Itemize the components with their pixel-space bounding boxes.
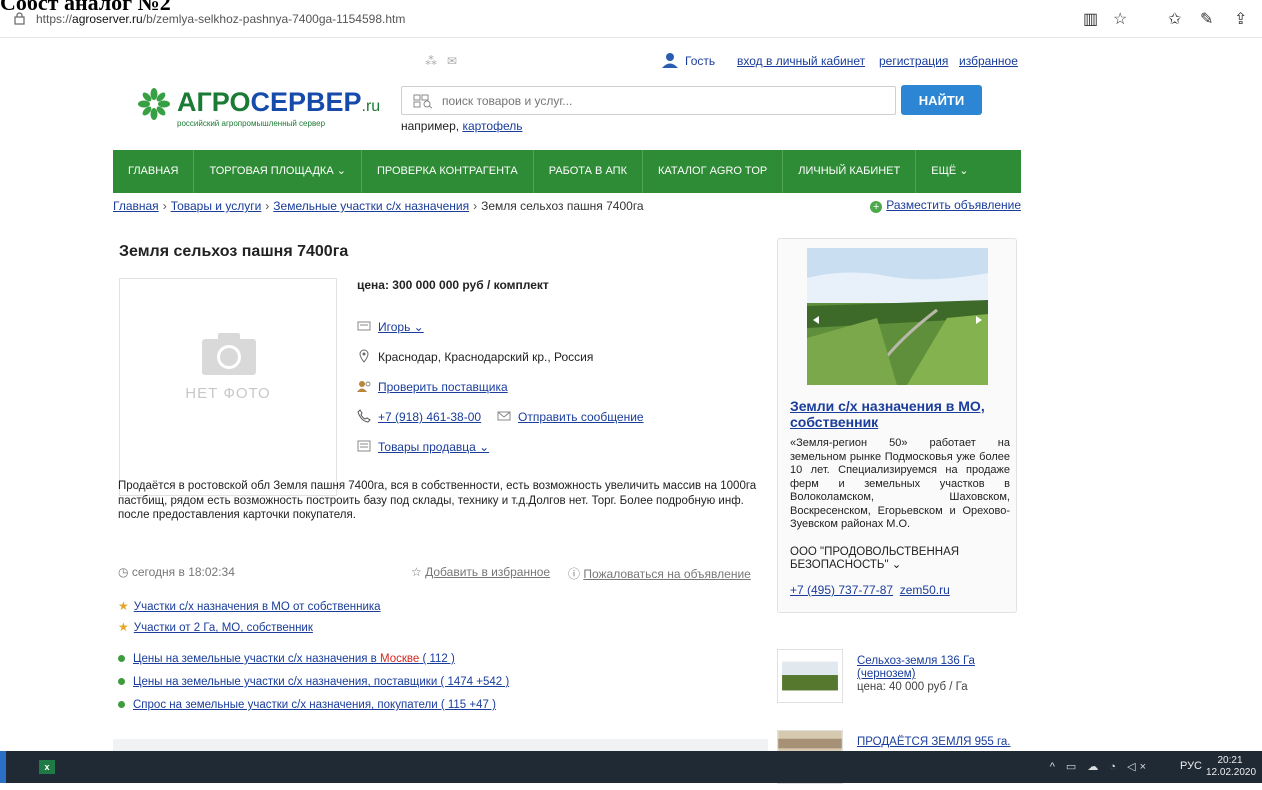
- side-listing[interactable]: Сельхоз-земля 136 Га (чернозем) цена: 40…: [777, 649, 1017, 709]
- post-date: сегодня в 18:02:34: [131, 565, 235, 579]
- breadcrumb-current: Земля сельхоз пашня 7400га: [481, 199, 644, 213]
- listing-description: Продаётся в ростовской обл Земля пашня 7…: [118, 480, 757, 521]
- complain[interactable]: ⓘ Пожаловаться на объявление: [568, 565, 751, 582]
- demand-link[interactable]: Спрос на земельные участки с/х назначени…: [118, 699, 496, 711]
- search-example: например, картофель: [401, 119, 523, 133]
- nav-catalog[interactable]: КАТАЛОГ AGRO TOP: [641, 150, 782, 193]
- related-link-1[interactable]: ★ Участки с/х назначения в МО от собствен…: [118, 599, 381, 613]
- star-outline-icon: ☆: [411, 565, 422, 579]
- ad-image-field[interactable]: [807, 248, 988, 385]
- breadcrumb-home[interactable]: Главная: [113, 199, 159, 213]
- listing-photo: НЕТ ФОТО: [119, 278, 337, 496]
- logo-star-icon: [138, 88, 170, 120]
- phone-icon: [357, 409, 371, 423]
- user-icon: [662, 53, 678, 68]
- ad-phone[interactable]: +7 (495) 737-77-87: [790, 583, 893, 597]
- main-nav: ГЛАВНАЯ ТОРГОВАЯ ПЛОЩАДКА ⌄ ПРОВЕРКА КОН…: [113, 150, 1021, 193]
- ad-text: «Земля-регион 50» работает на земельном …: [790, 437, 1010, 530]
- search-box: [401, 86, 896, 115]
- star-icon[interactable]: ☆: [1113, 9, 1127, 29]
- example-link[interactable]: картофель: [462, 119, 522, 133]
- verify-user-icon: [357, 381, 371, 392]
- overlay-caption: Собст аналог №2: [0, 0, 171, 15]
- side-listing-title[interactable]: Сельхоз-земля 136 Га (чернозем): [857, 655, 1017, 681]
- bullet-icon: [118, 678, 125, 685]
- prices-moscow-link[interactable]: Цены на земельные участки с/х назначения…: [118, 653, 455, 665]
- ad-contacts: +7 (495) 737-77-87 zem50.ru: [790, 583, 950, 597]
- register-link[interactable]: регистрация: [879, 54, 948, 68]
- search-categories-icon[interactable]: [412, 93, 434, 109]
- seller-card-icon: [357, 321, 371, 331]
- top-user-bar: ⁂✉ Гость вход в личный кабинет регистрац…: [113, 52, 1021, 72]
- logo-wordmark: АГРОСЕРВЕР.ru: [177, 87, 381, 117]
- login-link[interactable]: вход в личный кабинет: [737, 54, 865, 68]
- ad-title[interactable]: Земли с/х назначения в МО, собственник: [790, 398, 1010, 430]
- star-icon: ★: [118, 620, 129, 634]
- breadcrumb-category[interactable]: Земельные участки с/х назначения: [273, 199, 469, 213]
- post-ad-link[interactable]: + Разместить объявление: [870, 198, 1021, 213]
- phone-link[interactable]: +7 (918) 461-38-00: [378, 410, 481, 424]
- nav-jobs[interactable]: РАБОТА В АПК: [532, 150, 642, 193]
- camera-icon: [202, 333, 256, 375]
- ad-card: Земли с/х назначения в МО, собственник «…: [777, 238, 1017, 613]
- bullet-icon: [118, 655, 125, 662]
- breadcrumb: Главная › Товары и услуги › Земельные участк…: [113, 199, 644, 213]
- warning-icon: ⓘ: [568, 567, 581, 581]
- add-favorite[interactable]: ☆ Добавить в избранное: [411, 565, 550, 579]
- system-tray-icons[interactable]: ^ ▭ ☁ ◔ ◁×: [1050, 760, 1150, 773]
- clock-icon: ◷: [118, 565, 129, 579]
- page-title: Земля сельхоз пашня 7400га: [119, 243, 349, 260]
- search-button[interactable]: НАЙТИ: [901, 85, 982, 115]
- clock[interactable]: 20:21 12.02.2020: [1206, 755, 1256, 779]
- pen-icon[interactable]: ✎: [1200, 9, 1213, 29]
- location-pin-icon: [359, 349, 369, 363]
- favorites-link[interactable]: избранное: [959, 54, 1018, 68]
- side-listing-thumb: [777, 649, 843, 703]
- suppliers-link[interactable]: Цены на земельные участки с/х назначения…: [118, 676, 509, 688]
- date-row: ◷ сегодня в 18:02:34: [118, 565, 235, 579]
- location-text: Краснодар, Краснодарский кр., Россия: [378, 350, 594, 364]
- send-message-link[interactable]: Отправить сообщение: [518, 410, 644, 424]
- favorites-list-icon[interactable]: ✩: [1168, 9, 1181, 29]
- goods-list-icon: [357, 440, 371, 452]
- related-link-2[interactable]: ★ Участки от 2 Га, МО, собственник: [118, 620, 313, 634]
- seller-goods-link[interactable]: Товары продавца ⌄: [378, 440, 489, 454]
- seller-name[interactable]: Игорь ⌄: [378, 320, 424, 334]
- sitemap-mail-icons[interactable]: ⁂✉: [425, 54, 467, 68]
- nav-account[interactable]: ЛИЧНЫЙ КАБИНЕТ: [782, 150, 915, 193]
- message-icon: [497, 411, 511, 421]
- search-input[interactable]: [442, 92, 882, 110]
- no-photo-label: НЕТ ФОТО: [185, 385, 271, 402]
- bullet-icon: [118, 701, 125, 708]
- ad-site[interactable]: zem50.ru: [900, 583, 950, 597]
- logo-tagline: российский агропромышленный сервер: [177, 119, 326, 128]
- nav-counterparty-check[interactable]: ПРОВЕРКА КОНТРАГЕНТА: [360, 150, 533, 193]
- guest-label: Гость: [685, 54, 716, 68]
- check-supplier-link[interactable]: Проверить поставщика: [378, 380, 508, 394]
- listing-price: цена: 300 000 000 руб / комплект: [357, 278, 549, 292]
- os-taskbar: x ^ ▭ ☁ ◔ ◁× РУС 20:21 12.02.2020: [0, 751, 1262, 783]
- nav-marketplace[interactable]: ТОРГОВАЯ ПЛОЩАДКА ⌄: [193, 150, 361, 193]
- plus-icon: +: [870, 201, 883, 213]
- reading-view-icon[interactable]: ▥: [1083, 9, 1098, 29]
- breadcrumb-goods[interactable]: Товары и услуги: [171, 199, 262, 213]
- ad-organization[interactable]: ООО "ПРОДОВОЛЬСТВЕННАЯ БЕЗОПАСНОСТЬ" ⌄: [790, 546, 1010, 572]
- start-button[interactable]: [0, 751, 6, 783]
- language-indicator[interactable]: РУС: [1180, 760, 1202, 772]
- nav-more[interactable]: ЕЩЁ ⌄: [915, 150, 983, 193]
- site-logo[interactable]: АГРОСЕРВЕР.ru российский агропромышленны…: [137, 85, 397, 135]
- excel-icon[interactable]: x: [39, 760, 55, 774]
- nav-home[interactable]: ГЛАВНАЯ: [113, 150, 193, 193]
- browser-address-bar: https://agroserver.ru/b/zemlya-selkhoz-p…: [0, 0, 1262, 38]
- share-icon[interactable]: ⇪: [1234, 9, 1247, 29]
- star-icon: ★: [118, 599, 129, 613]
- side-listing-title[interactable]: ПРОДАЁТСЯ ЗЕМЛЯ 955 га.: [857, 736, 1017, 749]
- side-listing-price: цена: 40 000 руб / Га: [857, 681, 968, 693]
